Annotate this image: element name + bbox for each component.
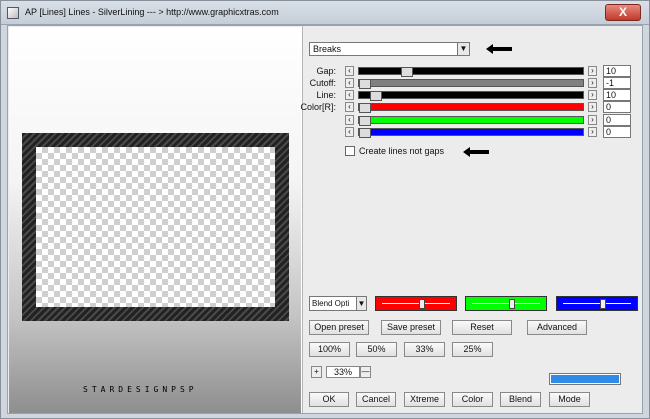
- slider-increase-button[interactable]: ›: [588, 115, 597, 125]
- preset-advanced-button[interactable]: Advanced: [527, 320, 587, 335]
- transparent-canvas: [36, 147, 275, 307]
- slider-value-field[interactable]: -1: [603, 77, 631, 89]
- slider-thumb[interactable]: [359, 128, 371, 138]
- swatch-thumb[interactable]: [509, 299, 515, 309]
- preset-open-preset-button[interactable]: Open preset: [309, 320, 369, 335]
- zoom-decrease-button[interactable]: +: [311, 366, 322, 378]
- slider-increase-button[interactable]: ›: [588, 102, 597, 112]
- close-button[interactable]: X: [605, 4, 641, 21]
- action-color-button[interactable]: Color: [452, 392, 493, 407]
- zoom-25-button[interactable]: 25%: [452, 342, 493, 357]
- slider-label: Gap:: [316, 66, 336, 76]
- slider-track[interactable]: [358, 103, 584, 113]
- create-lines-checkbox[interactable]: [345, 146, 355, 156]
- slider-thumb[interactable]: [359, 79, 371, 89]
- slider-thumb[interactable]: [370, 91, 382, 101]
- swatch-track: [472, 303, 540, 304]
- color-swatch-slider[interactable]: [556, 296, 638, 311]
- slider-thumb[interactable]: [359, 103, 371, 113]
- swatch-track: [382, 303, 450, 304]
- zoom-100-button[interactable]: 100%: [309, 342, 350, 357]
- color-swatch-slider[interactable]: [465, 296, 547, 311]
- slider-track[interactable]: [358, 79, 584, 89]
- preset-reset-button[interactable]: Reset: [452, 320, 512, 335]
- slider-label: Color[R]:: [300, 102, 336, 112]
- slider-increase-button[interactable]: ›: [588, 66, 597, 76]
- slider-row: Color[R]: ‹ › 0: [8, 101, 644, 113]
- action-ok-button[interactable]: OK: [309, 392, 349, 407]
- slider-decrease-button[interactable]: ‹: [345, 127, 354, 137]
- preview-frame: [22, 133, 289, 321]
- color-swatch-slider[interactable]: [375, 296, 457, 311]
- title-bar[interactable]: AP [Lines] Lines - SilverLining --- > ht…: [1, 1, 649, 25]
- slider-thumb[interactable]: [359, 116, 371, 126]
- slider-value-field[interactable]: 10: [603, 65, 631, 77]
- dialog-client: STARDESIGNPSP Breaks ▼ Gap: ‹ › 10 Cutoff: ‹ ›…: [7, 25, 643, 414]
- blend-options-select[interactable]: Blend Opti ▼: [309, 296, 367, 311]
- zoom-value[interactable]: 33%: [326, 366, 360, 378]
- slider-increase-button[interactable]: ›: [588, 90, 597, 100]
- slider-decrease-button[interactable]: ‹: [345, 102, 354, 112]
- slider-decrease-button[interactable]: ‹: [345, 115, 354, 125]
- zoom-50-button[interactable]: 50%: [356, 342, 397, 357]
- progress-bar: [549, 373, 621, 385]
- slider-row: Cutoff: ‹ › -1: [8, 77, 644, 89]
- progress-fill: [551, 375, 619, 383]
- action-xtreme-button[interactable]: Xtreme: [404, 392, 445, 407]
- window-title: AP [Lines] Lines - SilverLining --- > ht…: [25, 7, 279, 17]
- slider-value-field[interactable]: 0: [603, 114, 631, 126]
- slider-label: Line:: [316, 90, 336, 100]
- slider-increase-button[interactable]: ›: [588, 78, 597, 88]
- slider-row: ‹ › 0: [8, 114, 644, 126]
- slider-track[interactable]: [358, 67, 584, 77]
- left-arrow-icon: [486, 44, 512, 54]
- app-icon: [7, 7, 19, 19]
- slider-row: ‹ › 0: [8, 126, 644, 138]
- mode-dropdown-value: Breaks: [313, 44, 342, 54]
- blend-select-value: Blend Opti: [312, 299, 350, 308]
- slider-track[interactable]: [358, 116, 584, 126]
- watermark-text: STARDESIGNPSP: [83, 385, 198, 394]
- swatch-thumb[interactable]: [419, 299, 425, 309]
- swatch-thumb[interactable]: [600, 299, 606, 309]
- slider-value-field[interactable]: 0: [603, 126, 631, 138]
- chevron-down-icon[interactable]: ▼: [457, 43, 469, 55]
- action-mode-button[interactable]: Mode: [549, 392, 590, 407]
- slider-decrease-button[interactable]: ‹: [345, 78, 354, 88]
- slider-row: Line: ‹ › 10: [8, 89, 644, 101]
- slider-decrease-button[interactable]: ‹: [345, 90, 354, 100]
- plugin-window: AP [Lines] Lines - SilverLining --- > ht…: [0, 0, 650, 419]
- slider-track[interactable]: [358, 91, 584, 101]
- action-cancel-button[interactable]: Cancel: [356, 392, 396, 407]
- slider-value-field[interactable]: 10: [603, 89, 631, 101]
- slider-value-field[interactable]: 0: [603, 101, 631, 113]
- zoom-33-button[interactable]: 33%: [404, 342, 445, 357]
- left-arrow-icon: [463, 147, 489, 157]
- slider-track[interactable]: [358, 128, 584, 138]
- chevron-down-icon[interactable]: ▼: [356, 297, 366, 310]
- swatch-track: [563, 303, 631, 304]
- slider-row: Gap: ‹ › 10: [8, 65, 644, 77]
- action-blend-button[interactable]: Blend: [500, 392, 541, 407]
- slider-label: Cutoff:: [309, 78, 336, 88]
- mode-dropdown[interactable]: Breaks ▼: [309, 42, 470, 56]
- slider-thumb[interactable]: [401, 67, 413, 77]
- preset-save-preset-button[interactable]: Save preset: [381, 320, 441, 335]
- slider-increase-button[interactable]: ›: [588, 127, 597, 137]
- create-lines-label: Create lines not gaps: [359, 146, 445, 156]
- zoom-increase-button[interactable]: —: [360, 366, 371, 378]
- slider-decrease-button[interactable]: ‹: [345, 66, 354, 76]
